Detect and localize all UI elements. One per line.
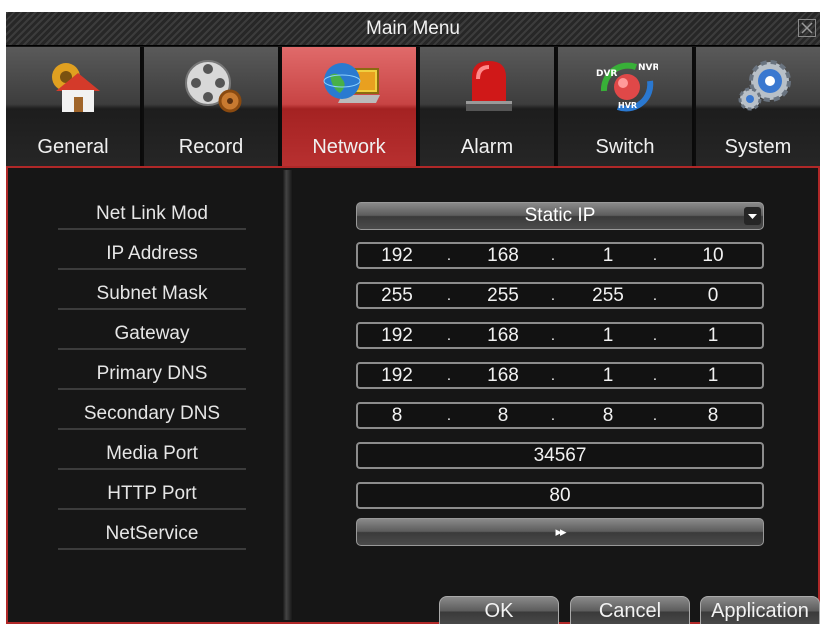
gears-icon xyxy=(734,55,796,117)
tab-label: Record xyxy=(178,136,244,158)
window-title: Main Menu xyxy=(366,18,460,39)
ip-separator: . xyxy=(550,327,556,344)
ip-separator: . xyxy=(652,407,658,424)
tab-label: Alarm xyxy=(460,136,514,158)
gateway-octet-3[interactable]: 1 xyxy=(573,326,643,346)
ip-separator: . xyxy=(446,407,452,424)
ok-button[interactable]: OK xyxy=(439,596,559,624)
chevron-down-icon[interactable] xyxy=(744,207,761,225)
http-port-input[interactable]: 80 xyxy=(356,482,764,509)
title-bar: Main Menu xyxy=(6,12,820,46)
close-button[interactable] xyxy=(798,19,816,37)
network-settings-panel: Net Link Mod IP Address Subnet Mask Gate… xyxy=(6,166,820,624)
ip-separator: . xyxy=(550,367,556,384)
ip-octet-3[interactable]: 1 xyxy=(573,246,643,266)
subnet-mask-field[interactable]: 255 . 255 . 255 . 0 xyxy=(356,282,764,309)
primary-dns-octet-2[interactable]: 168 xyxy=(468,366,538,386)
primary-dns-field[interactable]: 192 . 168 . 1 . 1 xyxy=(356,362,764,389)
alarm-siren-icon xyxy=(458,55,520,117)
tab-label: Network xyxy=(312,136,386,158)
tab-label: System xyxy=(724,136,792,158)
secondary-dns-field[interactable]: 8 . 8 . 8 . 8 xyxy=(356,402,764,429)
primary-dns-octet-3[interactable]: 1 xyxy=(573,366,643,386)
subnet-octet-2[interactable]: 255 xyxy=(468,286,538,306)
ip-separator: . xyxy=(550,287,556,304)
ip-separator: . xyxy=(550,407,556,424)
tab-label: Switch xyxy=(595,136,655,158)
cancel-button[interactable]: Cancel xyxy=(570,596,690,624)
switch-nvr-text: NVR xyxy=(638,63,658,73)
tab-switch[interactable]: DVR NVR HVR Switch xyxy=(558,47,694,166)
dvr-nvr-hvr-switch-icon: DVR NVR HVR xyxy=(596,55,658,117)
subnet-mask-label: Subnet Mask xyxy=(58,282,246,310)
close-icon xyxy=(801,22,813,34)
ip-separator: . xyxy=(446,247,452,264)
tab-record[interactable]: Record xyxy=(144,47,280,166)
main-menu-window: Main Menu General Record Network Alarm D… xyxy=(6,12,820,624)
secondary-dns-octet-4[interactable]: 8 xyxy=(678,406,748,426)
panel-divider xyxy=(283,170,293,620)
switch-hvr-text: HVR xyxy=(618,101,637,110)
ip-separator: . xyxy=(446,367,452,384)
secondary-dns-octet-3[interactable]: 8 xyxy=(573,406,643,426)
primary-dns-label: Primary DNS xyxy=(58,362,246,390)
ip-separator: . xyxy=(652,367,658,384)
film-reel-icon xyxy=(182,55,244,117)
ip-address-label: IP Address xyxy=(58,242,246,270)
primary-dns-octet-4[interactable]: 1 xyxy=(678,366,748,386)
gateway-field[interactable]: 192 . 168 . 1 . 1 xyxy=(356,322,764,349)
tab-network[interactable]: Network xyxy=(282,47,418,166)
ip-separator: . xyxy=(550,247,556,264)
tab-bar: General Record Network Alarm DVR NVR HVR… xyxy=(6,47,820,166)
media-port-input[interactable]: 34567 xyxy=(356,442,764,469)
secondary-dns-octet-1[interactable]: 8 xyxy=(362,406,432,426)
secondary-dns-octet-2[interactable]: 8 xyxy=(468,406,538,426)
ip-separator: . xyxy=(446,327,452,344)
subnet-octet-1[interactable]: 255 xyxy=(362,286,432,306)
house-gear-icon xyxy=(44,55,106,117)
ip-separator: . xyxy=(446,287,452,304)
http-port-label: HTTP Port xyxy=(58,482,246,510)
net-link-mode-label: Net Link Mod xyxy=(58,202,246,230)
ip-separator: . xyxy=(652,327,658,344)
tab-general[interactable]: General xyxy=(6,47,142,166)
subnet-octet-4[interactable]: 0 xyxy=(678,286,748,306)
gateway-octet-2[interactable]: 168 xyxy=(468,326,538,346)
apply-button[interactable]: Application xyxy=(700,596,820,624)
tab-label: General xyxy=(37,136,109,158)
fast-forward-icon: ▸▸ xyxy=(555,524,566,539)
ip-octet-1[interactable]: 192 xyxy=(362,246,432,266)
gateway-label: Gateway xyxy=(58,322,246,350)
ip-octet-4[interactable]: 10 xyxy=(678,246,748,266)
ip-separator: . xyxy=(652,247,658,264)
ip-octet-2[interactable]: 168 xyxy=(468,246,538,266)
subnet-octet-3[interactable]: 255 xyxy=(573,286,643,306)
ip-separator: . xyxy=(652,287,658,304)
switch-dvr-text: DVR xyxy=(596,69,617,79)
net-link-mode-select[interactable]: Static IP xyxy=(356,202,764,230)
globe-laptop-icon xyxy=(320,55,382,117)
secondary-dns-label: Secondary DNS xyxy=(58,402,246,430)
net-service-label: NetService xyxy=(58,522,246,550)
gateway-octet-1[interactable]: 192 xyxy=(362,326,432,346)
primary-dns-octet-1[interactable]: 192 xyxy=(362,366,432,386)
ip-address-field[interactable]: 192 . 168 . 1 . 10 xyxy=(356,242,764,269)
net-service-button[interactable]: ▸▸ xyxy=(356,518,764,546)
tab-alarm[interactable]: Alarm xyxy=(420,47,556,166)
media-port-label: Media Port xyxy=(58,442,246,470)
net-link-mode-value: Static IP xyxy=(524,205,596,226)
tab-system[interactable]: System xyxy=(696,47,820,166)
gateway-octet-4[interactable]: 1 xyxy=(678,326,748,346)
